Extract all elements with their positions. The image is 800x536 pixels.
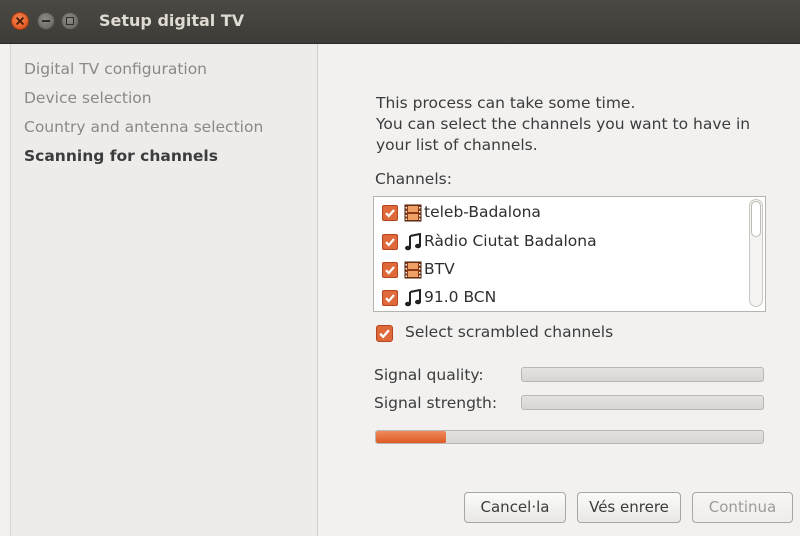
channel-row[interactable]: 91.0 BCN bbox=[374, 284, 744, 311]
close-window-button[interactable] bbox=[11, 12, 29, 30]
window-title: Setup digital TV bbox=[99, 11, 245, 30]
maximize-window-button[interactable] bbox=[61, 12, 79, 30]
wizard-steps-sidebar: Digital TV configuration Device selectio… bbox=[10, 44, 318, 536]
scan-progress-bar bbox=[375, 430, 764, 444]
channel-checkbox[interactable] bbox=[382, 290, 398, 306]
channels-label: Channels: bbox=[375, 170, 452, 188]
description-line: You can select the channels you want to … bbox=[376, 115, 751, 133]
description-line: This process can take some time. bbox=[376, 94, 636, 112]
channel-name: BTV bbox=[424, 260, 455, 278]
tv-icon bbox=[404, 261, 422, 283]
scrambled-channels-checkbox[interactable] bbox=[376, 325, 393, 342]
radio-icon bbox=[404, 232, 422, 255]
minimize-window-button[interactable] bbox=[37, 12, 55, 30]
scrambled-channels-label[interactable]: Select scrambled channels bbox=[405, 323, 613, 341]
channels-list[interactable]: teleb-Badalona Ràdio Ciutat Badalona BTV… bbox=[373, 196, 766, 312]
main-panel: This process can take some time. You can… bbox=[317, 44, 800, 536]
step-country-antenna-selection: Country and antenna selection bbox=[24, 118, 264, 136]
channel-row[interactable]: teleb-Badalona bbox=[374, 199, 744, 227]
step-digital-tv-configuration: Digital TV configuration bbox=[24, 60, 208, 78]
channel-checkbox[interactable] bbox=[382, 262, 398, 278]
channel-checkbox[interactable] bbox=[382, 234, 398, 250]
channel-checkbox[interactable] bbox=[382, 205, 398, 221]
channels-scrollbar[interactable] bbox=[749, 199, 763, 307]
signal-strength-label: Signal strength: bbox=[374, 394, 498, 412]
signal-strength-bar bbox=[521, 395, 764, 410]
scrollbar-thumb[interactable] bbox=[751, 201, 761, 237]
signal-quality-label: Signal quality: bbox=[374, 366, 484, 384]
title-bar: Setup digital TV bbox=[0, 0, 800, 44]
channel-row[interactable]: Ràdio Ciutat Badalona bbox=[374, 228, 744, 256]
channel-name: teleb-Badalona bbox=[424, 203, 541, 221]
continue-button[interactable]: Continua bbox=[692, 492, 793, 523]
cancel-button[interactable]: Cancel·la bbox=[464, 492, 566, 523]
signal-quality-bar bbox=[521, 367, 764, 382]
channel-name: 91.0 BCN bbox=[424, 288, 497, 306]
tv-icon bbox=[404, 204, 422, 226]
back-button[interactable]: Vés enrere bbox=[577, 492, 681, 523]
description-text: This process can take some time. You can… bbox=[376, 93, 786, 156]
channel-row[interactable]: BTV bbox=[374, 256, 744, 284]
step-device-selection: Device selection bbox=[24, 89, 152, 107]
radio-icon bbox=[404, 288, 422, 311]
description-line: your list of channels. bbox=[376, 136, 538, 154]
channel-name: Ràdio Ciutat Badalona bbox=[424, 232, 597, 250]
scan-progress-fill bbox=[376, 431, 446, 443]
step-scanning-for-channels: Scanning for channels bbox=[24, 147, 218, 165]
